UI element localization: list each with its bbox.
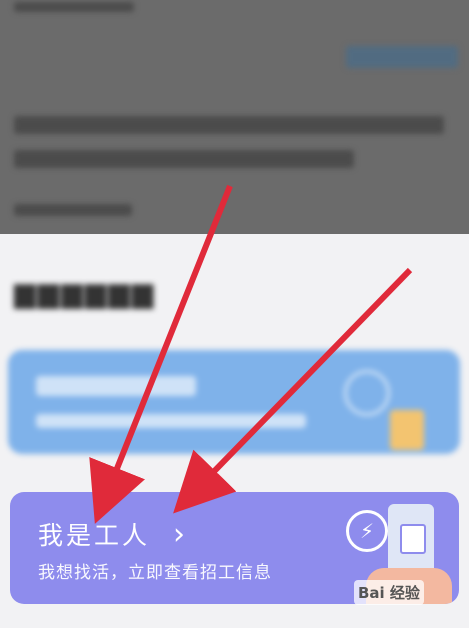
watermark: Bai 经验 — [354, 580, 424, 605]
annotation-arrows — [89, 184, 413, 524]
arrow-right — [173, 267, 413, 514]
arrow-left — [89, 184, 233, 524]
